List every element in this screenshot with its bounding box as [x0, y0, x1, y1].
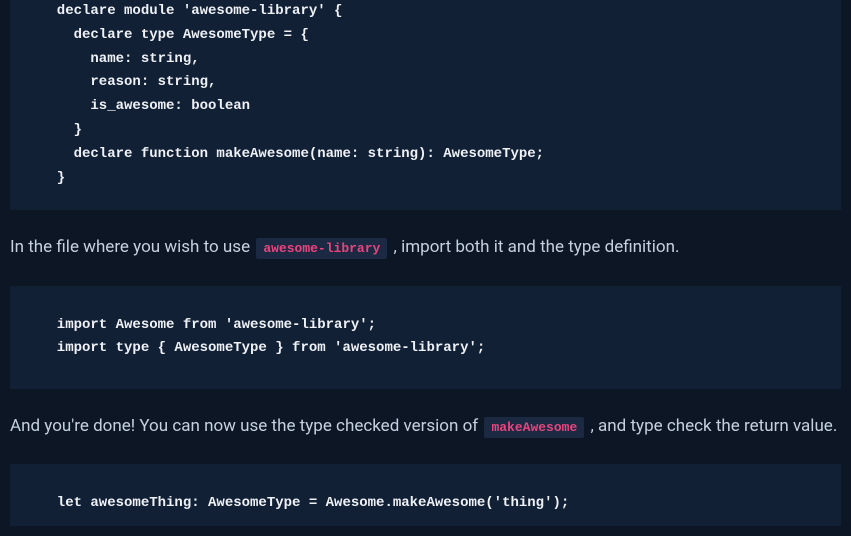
- paragraph-import-instruction: In the file where you wish to use awesom…: [10, 234, 841, 261]
- article-content: declare module 'awesome-library' { decla…: [0, 0, 851, 526]
- code-block-module-declaration[interactable]: declare module 'awesome-library' { decla…: [10, 0, 841, 210]
- code-block-import[interactable]: import Awesome from 'awesome-library'; i…: [10, 286, 841, 390]
- code-block-usage[interactable]: let awesomeThing: AwesomeType = Awesome.…: [10, 464, 841, 526]
- text-segment: , import both it and the type definition…: [389, 237, 679, 257]
- text-segment: , and type check the return value.: [586, 416, 837, 436]
- inline-code-library: awesome-library: [256, 238, 387, 259]
- text-segment: In the file where you wish to use: [10, 237, 254, 257]
- text-segment: And you're done! You can now use the typ…: [10, 416, 482, 436]
- inline-code-function: makeAwesome: [484, 417, 584, 438]
- paragraph-done: And you're done! You can now use the typ…: [10, 413, 841, 440]
